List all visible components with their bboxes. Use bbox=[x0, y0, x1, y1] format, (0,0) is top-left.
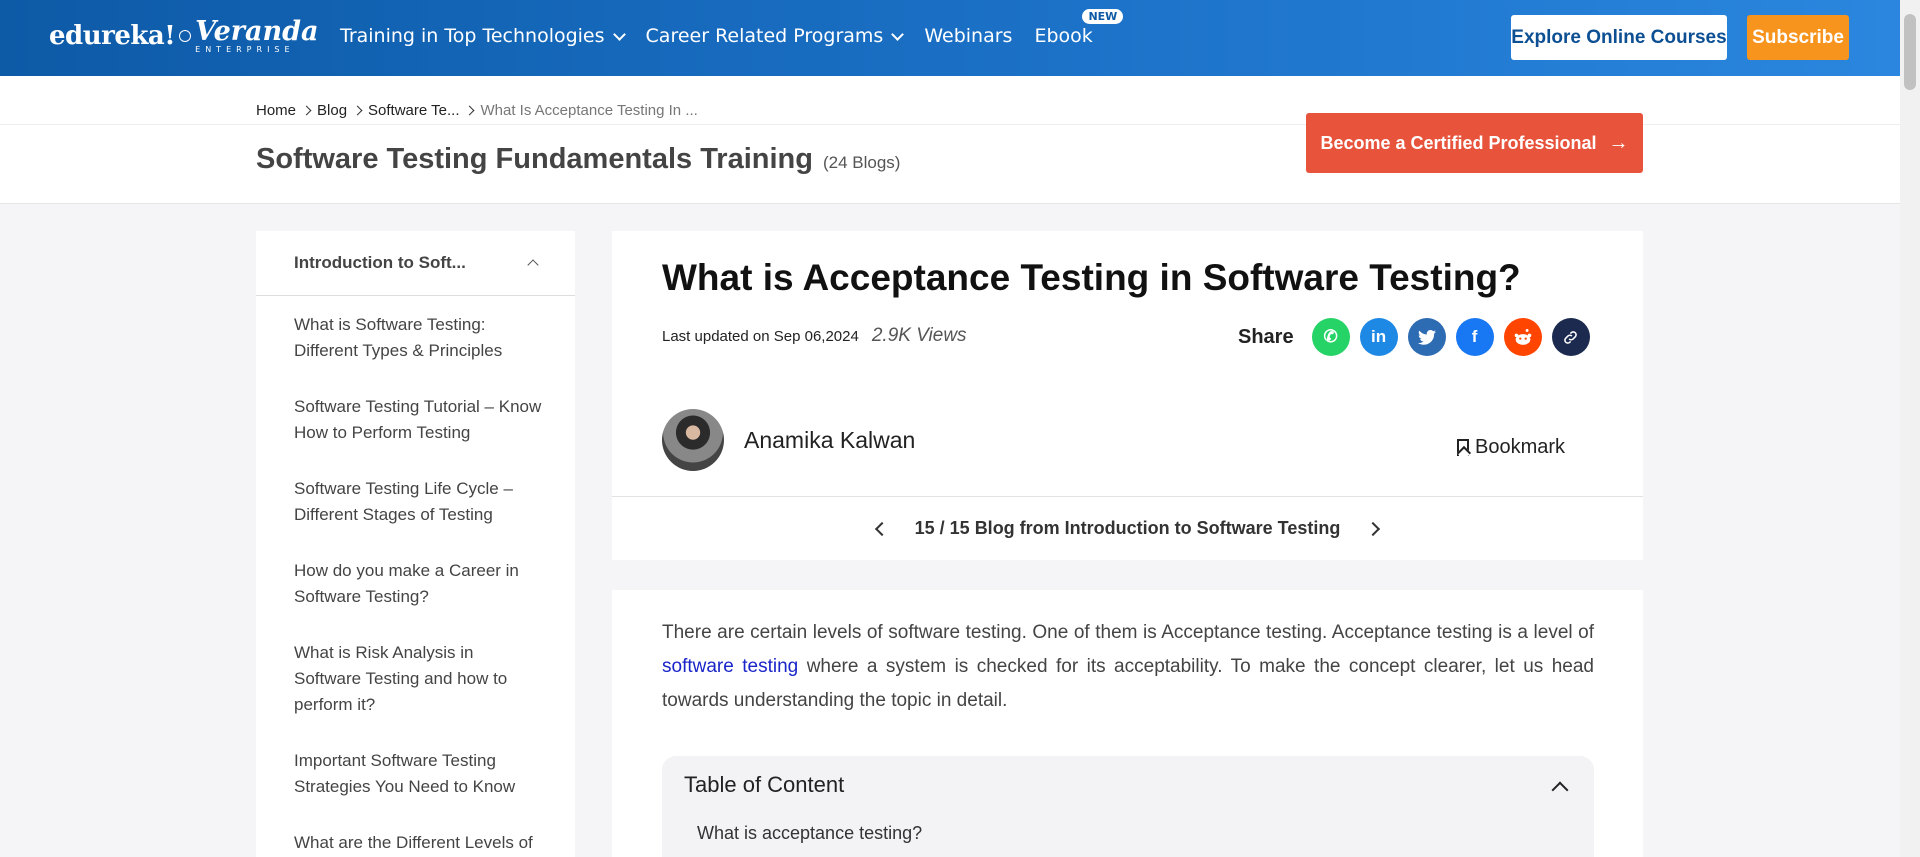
breadcrumb-current: What Is Acceptance Testing In ... bbox=[480, 102, 698, 119]
pager-text: 15 / 15 Blog from Introduction to Softwa… bbox=[914, 518, 1341, 538]
facebook-icon[interactable]: f bbox=[1455, 318, 1494, 356]
article-meta: Last updated on Sep 06,2024 2.9K Views bbox=[662, 325, 967, 347]
bookmark-label: Bookmark bbox=[1475, 436, 1566, 458]
linkedin-icon[interactable]: in bbox=[1359, 318, 1398, 356]
logo-veranda-text: Veranda bbox=[195, 16, 319, 47]
breadcrumb: Home Blog Software Te... What Is Accepta… bbox=[256, 102, 698, 119]
sidebar-item[interactable]: Important Software Testing Strategies Yo… bbox=[294, 748, 545, 800]
top-navbar: edureka! Veranda ENTERPRISE Training in … bbox=[0, 0, 1900, 76]
logo-veranda: Veranda ENTERPRISE bbox=[195, 18, 318, 54]
intro-paragraph: There are certain levels of software tes… bbox=[662, 616, 1594, 718]
share-label: Share bbox=[1238, 325, 1294, 348]
course-title-text: Software Testing Fundamentals Training bbox=[256, 143, 813, 175]
nav-link-label: Career Related Programs bbox=[645, 25, 884, 47]
nav-link-label: Ebook bbox=[1034, 25, 1093, 47]
explore-online-courses-button[interactable]: Explore Online Courses bbox=[1511, 15, 1727, 60]
reddit-icon[interactable] bbox=[1503, 318, 1542, 356]
subscribe-button[interactable]: Subscribe bbox=[1747, 15, 1849, 60]
toc-title: Table of Content bbox=[684, 772, 845, 797]
arrow-right-icon: → bbox=[1608, 131, 1629, 154]
view-count: 2.9K Views bbox=[871, 325, 967, 346]
software-testing-link[interactable]: software testing bbox=[662, 656, 798, 677]
breadcrumb-category[interactable]: Software Te... bbox=[368, 102, 459, 119]
nav-links: Training in Top Technologies Career Rela… bbox=[340, 9, 1124, 47]
nav-training-top-technologies[interactable]: Training in Top Technologies bbox=[340, 25, 626, 47]
sidebar-item[interactable]: What are the Different Levels of Softwar… bbox=[294, 830, 545, 857]
chevron-up-icon[interactable] bbox=[1551, 781, 1569, 799]
nav-link-label: Webinars bbox=[924, 25, 1013, 47]
sidebar-section-toggle[interactable]: Introduction to Soft... bbox=[256, 231, 575, 296]
sidebar-section-title: Introduction to Soft... bbox=[294, 253, 466, 272]
breadcrumb-home[interactable]: Home bbox=[256, 102, 296, 119]
sidebar-item[interactable]: Software Testing Tutorial – Know How to … bbox=[294, 394, 545, 446]
page-scrollbar[interactable] bbox=[1900, 0, 1920, 857]
chevron-right-icon bbox=[301, 105, 312, 116]
course-header: Home Blog Software Te... What Is Accepta… bbox=[0, 76, 1900, 204]
nav-ebook[interactable]: Ebook NEW bbox=[1034, 9, 1124, 47]
logo-separator-icon bbox=[179, 30, 192, 42]
avatar bbox=[662, 409, 724, 471]
article-header-card: What is Acceptance Testing in Software T… bbox=[612, 231, 1643, 560]
article-title: What is Acceptance Testing in Software T… bbox=[662, 257, 1521, 298]
table-of-content: Table of Content What is acceptance test… bbox=[662, 756, 1594, 857]
logo[interactable]: edureka! Veranda ENTERPRISE bbox=[49, 18, 319, 54]
chevron-up-icon bbox=[527, 259, 539, 271]
twitter-icon[interactable] bbox=[1407, 318, 1446, 356]
copy-link-icon[interactable] bbox=[1551, 318, 1590, 356]
article-body-card: There are certain levels of software tes… bbox=[612, 590, 1643, 857]
nav-webinars[interactable]: Webinars bbox=[924, 25, 1012, 47]
author-name: Anamika Kalwan bbox=[744, 426, 916, 453]
toc-item[interactable]: What is acceptance testing? bbox=[697, 823, 922, 844]
course-title: Software Testing Fundamentals Training (… bbox=[256, 143, 900, 176]
chevron-right-icon bbox=[465, 105, 475, 116]
bookmark-button[interactable]: Bookmark bbox=[1457, 436, 1565, 459]
bookmark-icon bbox=[1457, 439, 1469, 456]
sidebar-list: What is Software Testing: Different Type… bbox=[256, 296, 575, 857]
scrollbar-thumb[interactable] bbox=[1904, 14, 1916, 90]
blog-pager: 15 / 15 Blog from Introduction to Softwa… bbox=[612, 497, 1643, 560]
sidebar-item[interactable]: How do you make a Career in Software Tes… bbox=[294, 558, 545, 610]
blog-sidebar: Introduction to Soft... What is Software… bbox=[256, 231, 575, 857]
logo-enterprise-text: ENTERPRISE bbox=[195, 45, 295, 54]
breadcrumb-blog[interactable]: Blog bbox=[317, 102, 347, 119]
sidebar-item[interactable]: What is Risk Analysis in Software Testin… bbox=[294, 640, 545, 718]
nav-link-label: Training in Top Technologies bbox=[340, 25, 605, 47]
chevron-down-icon bbox=[612, 27, 626, 41]
logo-edureka: edureka! bbox=[49, 21, 176, 51]
certified-label: Become a Certified Professional bbox=[1320, 132, 1597, 153]
share-bar: Share ✆ in f bbox=[1238, 318, 1600, 356]
chevron-down-icon bbox=[891, 27, 905, 41]
chevron-right-icon bbox=[352, 105, 363, 116]
sidebar-item[interactable]: Software Testing Life Cycle – Different … bbox=[294, 476, 545, 528]
whatsapp-icon[interactable]: ✆ bbox=[1311, 318, 1350, 356]
nav-career-programs[interactable]: Career Related Programs bbox=[645, 25, 905, 47]
new-badge: NEW bbox=[1082, 9, 1124, 24]
chevron-left-icon[interactable] bbox=[874, 521, 889, 536]
become-certified-button[interactable]: Become a Certified Professional → bbox=[1306, 113, 1643, 173]
intro-text-1: There are certain levels of software tes… bbox=[662, 622, 1594, 643]
chevron-right-icon[interactable] bbox=[1366, 521, 1381, 536]
author-info[interactable]: Anamika Kalwan bbox=[662, 409, 915, 471]
last-updated: Last updated on Sep 06,2024 bbox=[662, 328, 859, 345]
intro-text-2: where a system is checked for its accept… bbox=[662, 656, 1594, 711]
sidebar-item[interactable]: What is Software Testing: Different Type… bbox=[294, 312, 545, 364]
blog-count: (24 Blogs) bbox=[822, 153, 901, 172]
